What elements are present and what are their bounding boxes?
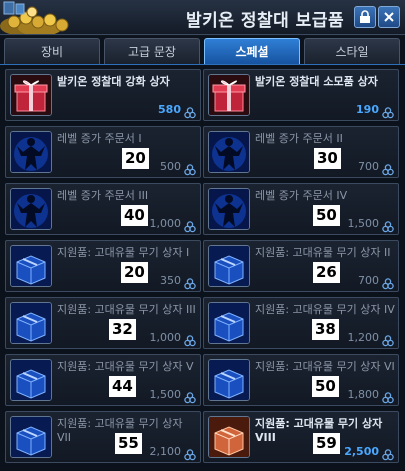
item-card[interactable]: 지원품: 고대유물 무기 상자 III 1,000 xyxy=(5,297,201,349)
item-price: 500 xyxy=(160,160,181,173)
item-name: 지원품: 고대유물 무기 상자 III xyxy=(57,303,196,316)
window-title: 발키온 정찰대 보급품 xyxy=(186,11,345,31)
currency-gem-icon xyxy=(184,275,196,290)
item-price: 1,500 xyxy=(347,217,380,230)
item-card[interactable]: 레벨 증가 주문서 II 700 xyxy=(203,126,399,178)
blue-supply-box-icon xyxy=(208,245,250,287)
tab-advanced-crest[interactable]: 고급 문장 xyxy=(104,38,200,64)
currency-gem-icon xyxy=(184,104,196,119)
currency-gem-icon xyxy=(382,104,394,119)
item-price: 2,100 xyxy=(149,445,182,458)
item-card[interactable]: 레벨 증가 주문서 IV 1,500 xyxy=(203,183,399,235)
supply-shop-window: 발키온 정찰대 보급품 장비 고급 문장 스페셜 스타일 발키온 정찰대 강화 … xyxy=(0,0,405,471)
level-label: 26 xyxy=(313,262,340,283)
red-gift-box-icon xyxy=(10,74,52,116)
level-label: 55 xyxy=(115,433,142,454)
lock-icon xyxy=(360,10,370,23)
item-card[interactable]: 지원품: 고대유물 무기 상자 V 1,500 xyxy=(5,354,201,406)
item-name: 레벨 증가 주문서 IV xyxy=(255,189,348,202)
tab-style[interactable]: 스타일 xyxy=(304,38,400,64)
item-name: 지원품: 고대유물 무기 상자 IV xyxy=(255,303,395,316)
level-label: 38 xyxy=(312,319,339,340)
currency-gem-icon xyxy=(184,389,196,404)
close-icon xyxy=(384,12,394,22)
item-card[interactable]: 레벨 증가 주문서 I 500 xyxy=(5,126,201,178)
item-price: 2,500 xyxy=(344,445,379,458)
item-price: 1,200 xyxy=(347,331,380,344)
blue-figure-scroll-icon xyxy=(10,131,52,173)
red-gift-box-icon xyxy=(208,74,250,116)
currency-gem-icon xyxy=(184,218,196,233)
item-price: 350 xyxy=(160,274,181,287)
currency-gem-icon xyxy=(382,389,394,404)
blue-supply-box-icon xyxy=(10,359,52,401)
tab-equipment[interactable]: 장비 xyxy=(4,38,100,64)
item-card[interactable]: 발키온 정찰대 소모품 상자 190 xyxy=(203,69,399,121)
item-card[interactable]: 레벨 증가 주문서 III 1,000 xyxy=(5,183,201,235)
currency-gem-icon xyxy=(382,446,394,461)
item-price: 190 xyxy=(356,103,379,116)
level-label: 20 xyxy=(122,148,149,169)
item-card[interactable]: 지원품: 고대유물 무기 상자 II 700 xyxy=(203,240,399,292)
level-label: 40 xyxy=(121,205,148,226)
gold-coins-decoration xyxy=(0,0,80,34)
currency-gem-icon xyxy=(382,332,394,347)
orange-supply-box-icon xyxy=(208,416,250,458)
item-price: 1,500 xyxy=(149,388,182,401)
currency-gem-icon xyxy=(382,218,394,233)
currency-gem-icon xyxy=(184,161,196,176)
blue-supply-box-icon xyxy=(208,359,250,401)
item-card[interactable]: 지원품: 고대유물 무기 상자 VIII 2,500 xyxy=(203,411,399,463)
item-name: 지원품: 고대유물 무기 상자 II xyxy=(255,246,391,259)
blue-figure-scroll-icon xyxy=(208,188,250,230)
blue-supply-box-icon xyxy=(10,302,52,344)
currency-gem-icon xyxy=(184,332,196,347)
level-label: 44 xyxy=(109,376,136,397)
level-label: 50 xyxy=(312,376,339,397)
item-price: 1,000 xyxy=(149,331,182,344)
blue-supply-box-icon xyxy=(10,245,52,287)
level-label: 20 xyxy=(121,262,148,283)
item-name: 레벨 증가 주문서 I xyxy=(57,132,142,145)
tab-special[interactable]: 스페셜 xyxy=(204,38,300,64)
level-label: 50 xyxy=(313,205,340,226)
item-name: 레벨 증가 주문서 III xyxy=(57,189,149,202)
blue-figure-scroll-icon xyxy=(208,131,250,173)
item-name: 발키온 정찰대 강화 상자 xyxy=(57,75,170,88)
lock-button[interactable] xyxy=(354,6,376,28)
item-name: 발키온 정찰대 소모품 상자 xyxy=(255,75,378,88)
level-label: 32 xyxy=(109,319,136,340)
item-card[interactable]: 지원품: 고대유물 무기 상자 VI 1,800 xyxy=(203,354,399,406)
close-button[interactable] xyxy=(378,6,400,28)
blue-supply-box-icon xyxy=(208,302,250,344)
level-label: 30 xyxy=(314,148,341,169)
item-price: 580 xyxy=(158,103,181,116)
item-card[interactable]: 발키온 정찰대 강화 상자 580 xyxy=(5,69,201,121)
currency-gem-icon xyxy=(184,446,196,461)
category-tabs: 장비 고급 문장 스페셜 스타일 xyxy=(0,36,405,64)
item-name: 지원품: 고대유물 무기 상자 V xyxy=(57,360,194,373)
currency-gem-icon xyxy=(382,275,394,290)
blue-supply-box-icon xyxy=(10,416,52,458)
item-name: 레벨 증가 주문서 II xyxy=(255,132,343,145)
item-price: 700 xyxy=(358,274,379,287)
item-card[interactable]: 지원품: 고대유물 무기 상자 VII 2,100 xyxy=(5,411,201,463)
item-price: 700 xyxy=(358,160,379,173)
level-label: 59 xyxy=(313,433,340,454)
item-name: 지원품: 고대유물 무기 상자 VI xyxy=(255,360,395,373)
blue-figure-scroll-icon xyxy=(10,188,52,230)
item-price: 1,000 xyxy=(149,217,182,230)
item-price: 1,800 xyxy=(347,388,380,401)
item-name: 지원품: 고대유물 무기 상자 I xyxy=(57,246,190,259)
currency-gem-icon xyxy=(382,161,394,176)
title-bar[interactable]: 발키온 정찰대 보급품 xyxy=(0,0,405,35)
item-card[interactable]: 지원품: 고대유물 무기 상자 IV 1,200 xyxy=(203,297,399,349)
item-card[interactable]: 지원품: 고대유물 무기 상자 I 350 xyxy=(5,240,201,292)
